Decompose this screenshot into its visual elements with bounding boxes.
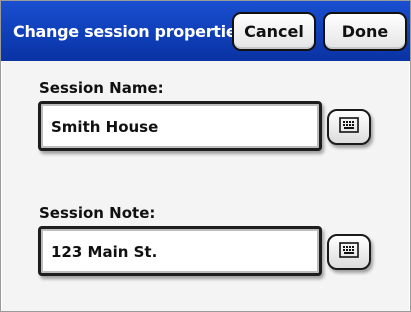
- session-note-field[interactable]: 123 Main St.: [38, 226, 322, 276]
- dialog-title: Change session properties: [13, 22, 246, 41]
- session-name-label: Session Name:: [39, 79, 164, 97]
- title-bar: Change session properties Cancel Done: [1, 1, 410, 61]
- session-properties-dialog: Change session properties Cancel Done Se…: [0, 0, 411, 312]
- done-button[interactable]: Done: [323, 12, 407, 51]
- session-note-keyboard-button[interactable]: [327, 234, 371, 270]
- session-note-label: Session Note:: [39, 204, 156, 222]
- session-name-value: Smith House: [51, 118, 159, 136]
- session-name-keyboard-button[interactable]: [327, 109, 371, 145]
- keyboard-icon: [339, 242, 359, 262]
- cancel-button[interactable]: Cancel: [232, 12, 316, 51]
- keyboard-icon: [339, 117, 359, 137]
- session-note-value: 123 Main St.: [51, 243, 158, 261]
- session-name-field[interactable]: Smith House: [38, 101, 322, 151]
- dialog-content: Session Name: Smith House Session Note: …: [2, 61, 409, 311]
